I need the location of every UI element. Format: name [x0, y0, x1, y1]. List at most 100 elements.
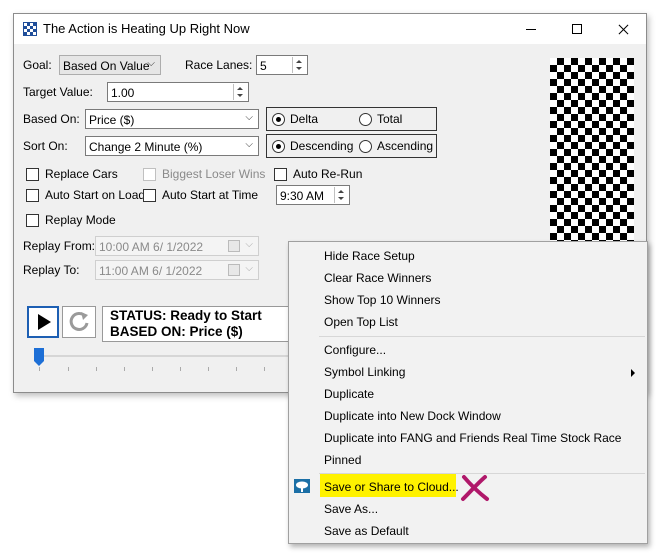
auto-rerun-checkbox[interactable]	[274, 168, 287, 181]
auto-start-at-time-label: Auto Start at Time	[162, 188, 259, 202]
spin-up-icon	[296, 60, 302, 63]
play-icon	[38, 314, 51, 330]
close-button[interactable]	[600, 14, 646, 44]
spin-up-icon	[237, 87, 243, 90]
menu-item-hide-race-setup[interactable]: Hide Race Setup	[324, 249, 415, 263]
ascending-label: Ascending	[377, 139, 434, 153]
spinner-buttons[interactable]	[233, 84, 247, 100]
reset-icon	[69, 311, 89, 331]
delta-total-group: Delta Total	[266, 107, 437, 131]
total-label: Total	[377, 112, 403, 126]
goal-value: Based On Value	[63, 59, 150, 73]
chevron-down-icon: ⌵	[245, 112, 253, 123]
goal-dropdown[interactable]: Based On Value ⌵	[59, 55, 161, 75]
menu-separator	[319, 336, 645, 337]
descending-label: Descending	[290, 139, 354, 153]
replay-mode-label: Replay Mode	[45, 213, 116, 227]
auto-start-time-value: 9:30 AM	[280, 189, 325, 203]
maximize-icon	[572, 24, 582, 34]
status-text: STATUS: Ready to Start	[110, 308, 262, 323]
cloud-share-icon	[294, 479, 310, 493]
spin-down-icon	[338, 197, 344, 200]
replay-from-value: 10:00 AM 6/ 1/2022	[99, 240, 204, 254]
race-lanes-spinner[interactable]: 5	[256, 55, 308, 75]
reset-button[interactable]	[62, 306, 96, 338]
menu-item-duplicate-dock[interactable]: Duplicate into New Dock Window	[324, 409, 501, 423]
race-lanes-value: 5	[260, 59, 267, 73]
replay-slider-thumb[interactable]	[34, 348, 44, 366]
total-radio[interactable]	[359, 113, 372, 126]
replay-from-picker[interactable]: 10:00 AM 6/ 1/2022 ⌵	[95, 236, 259, 256]
submenu-arrow-icon	[631, 369, 635, 377]
title-bar[interactable]: The Action is Heating Up Right Now	[14, 14, 646, 44]
slider-tick	[96, 367, 97, 371]
ascending-radio[interactable]	[359, 140, 372, 153]
slider-tick	[180, 367, 181, 371]
slider-tick	[39, 367, 40, 371]
slider-tick	[264, 367, 265, 371]
menu-item-save-as-default[interactable]: Save as Default	[324, 524, 409, 538]
menu-item-show-top-10-winners[interactable]: Show Top 10 Winners	[324, 293, 441, 307]
window-title: The Action is Heating Up Right Now	[43, 21, 250, 36]
replace-cars-label: Replace Cars	[45, 167, 118, 181]
menu-item-duplicate-fang[interactable]: Duplicate into FANG and Friends Real Tim…	[324, 431, 621, 445]
chevron-down-icon: ⌵	[147, 58, 155, 69]
chevron-down-icon: ⌵	[245, 239, 253, 250]
biggest-loser-wins-checkbox[interactable]	[143, 168, 156, 181]
spinner-buttons[interactable]	[334, 187, 348, 203]
based-on-dropdown[interactable]: Price ($) ⌵	[85, 109, 259, 129]
replay-from-label: Replay From:	[23, 239, 96, 253]
play-button[interactable]	[27, 306, 59, 338]
menu-item-pinned[interactable]: Pinned	[324, 453, 361, 467]
spin-down-icon	[296, 67, 302, 70]
minimize-icon	[526, 29, 536, 30]
menu-item-save-share-cloud[interactable]: Save or Share to Cloud...	[324, 480, 459, 494]
spinner-buttons[interactable]	[292, 57, 306, 73]
auto-start-time-spinner[interactable]: 9:30 AM	[276, 185, 350, 205]
sort-on-dropdown[interactable]: Change 2 Minute (%) ⌵	[85, 136, 259, 156]
delta-radio[interactable]	[272, 113, 285, 126]
slider-tick	[236, 367, 237, 371]
descending-radio[interactable]	[272, 140, 285, 153]
race-lanes-label: Race Lanes:	[185, 58, 253, 72]
sort-on-label: Sort On:	[23, 139, 68, 153]
chevron-down-icon: ⌵	[245, 263, 253, 274]
maximize-button[interactable]	[554, 14, 600, 44]
goal-label: Goal:	[23, 58, 52, 72]
spin-down-icon	[237, 94, 243, 97]
auto-start-on-load-label: Auto Start on Load	[45, 188, 146, 202]
menu-item-open-top-list[interactable]: Open Top List	[324, 315, 398, 329]
auto-start-at-time-checkbox[interactable]	[143, 189, 156, 202]
delta-label: Delta	[290, 112, 319, 126]
biggest-loser-wins-label: Biggest Loser Wins	[162, 167, 266, 181]
menu-item-save-as[interactable]: Save As...	[324, 502, 378, 516]
checkered-race-track	[550, 58, 634, 248]
status-panel: STATUS: Ready to Start BASED ON: Price (…	[102, 306, 302, 342]
replace-cars-checkbox[interactable]	[26, 168, 39, 181]
auto-rerun-label: Auto Re-Run	[293, 167, 363, 181]
replay-mode-checkbox[interactable]	[26, 214, 39, 227]
target-value-field[interactable]: 1.00	[111, 86, 134, 100]
spin-up-icon	[338, 190, 344, 193]
auto-start-on-load-checkbox[interactable]	[26, 189, 39, 202]
based-on-label: Based On:	[23, 112, 80, 126]
menu-item-clear-race-winners[interactable]: Clear Race Winners	[324, 271, 431, 285]
slider-tick	[208, 367, 209, 371]
replay-slider-track[interactable]	[34, 355, 304, 357]
slider-tick	[68, 367, 69, 371]
target-value-spinner[interactable]: 1.00	[107, 82, 249, 102]
replay-to-value: 11:00 AM 6/ 1/2022	[99, 264, 203, 278]
replay-to-picker[interactable]: 11:00 AM 6/ 1/2022 ⌵	[95, 260, 259, 280]
menu-item-configure[interactable]: Configure...	[324, 343, 386, 357]
menu-item-duplicate[interactable]: Duplicate	[324, 387, 374, 401]
sort-direction-group: Descending Ascending	[266, 134, 437, 158]
slider-tick	[124, 367, 125, 371]
menu-item-symbol-linking[interactable]: Symbol Linking	[324, 365, 405, 379]
checkered-flag-icon	[23, 22, 37, 36]
calendar-icon	[228, 240, 240, 252]
minimize-button[interactable]	[508, 14, 554, 44]
target-value-label: Target Value:	[23, 85, 93, 99]
slider-tick	[152, 367, 153, 371]
chevron-down-icon: ⌵	[245, 139, 253, 150]
replay-to-label: Replay To:	[23, 263, 80, 277]
